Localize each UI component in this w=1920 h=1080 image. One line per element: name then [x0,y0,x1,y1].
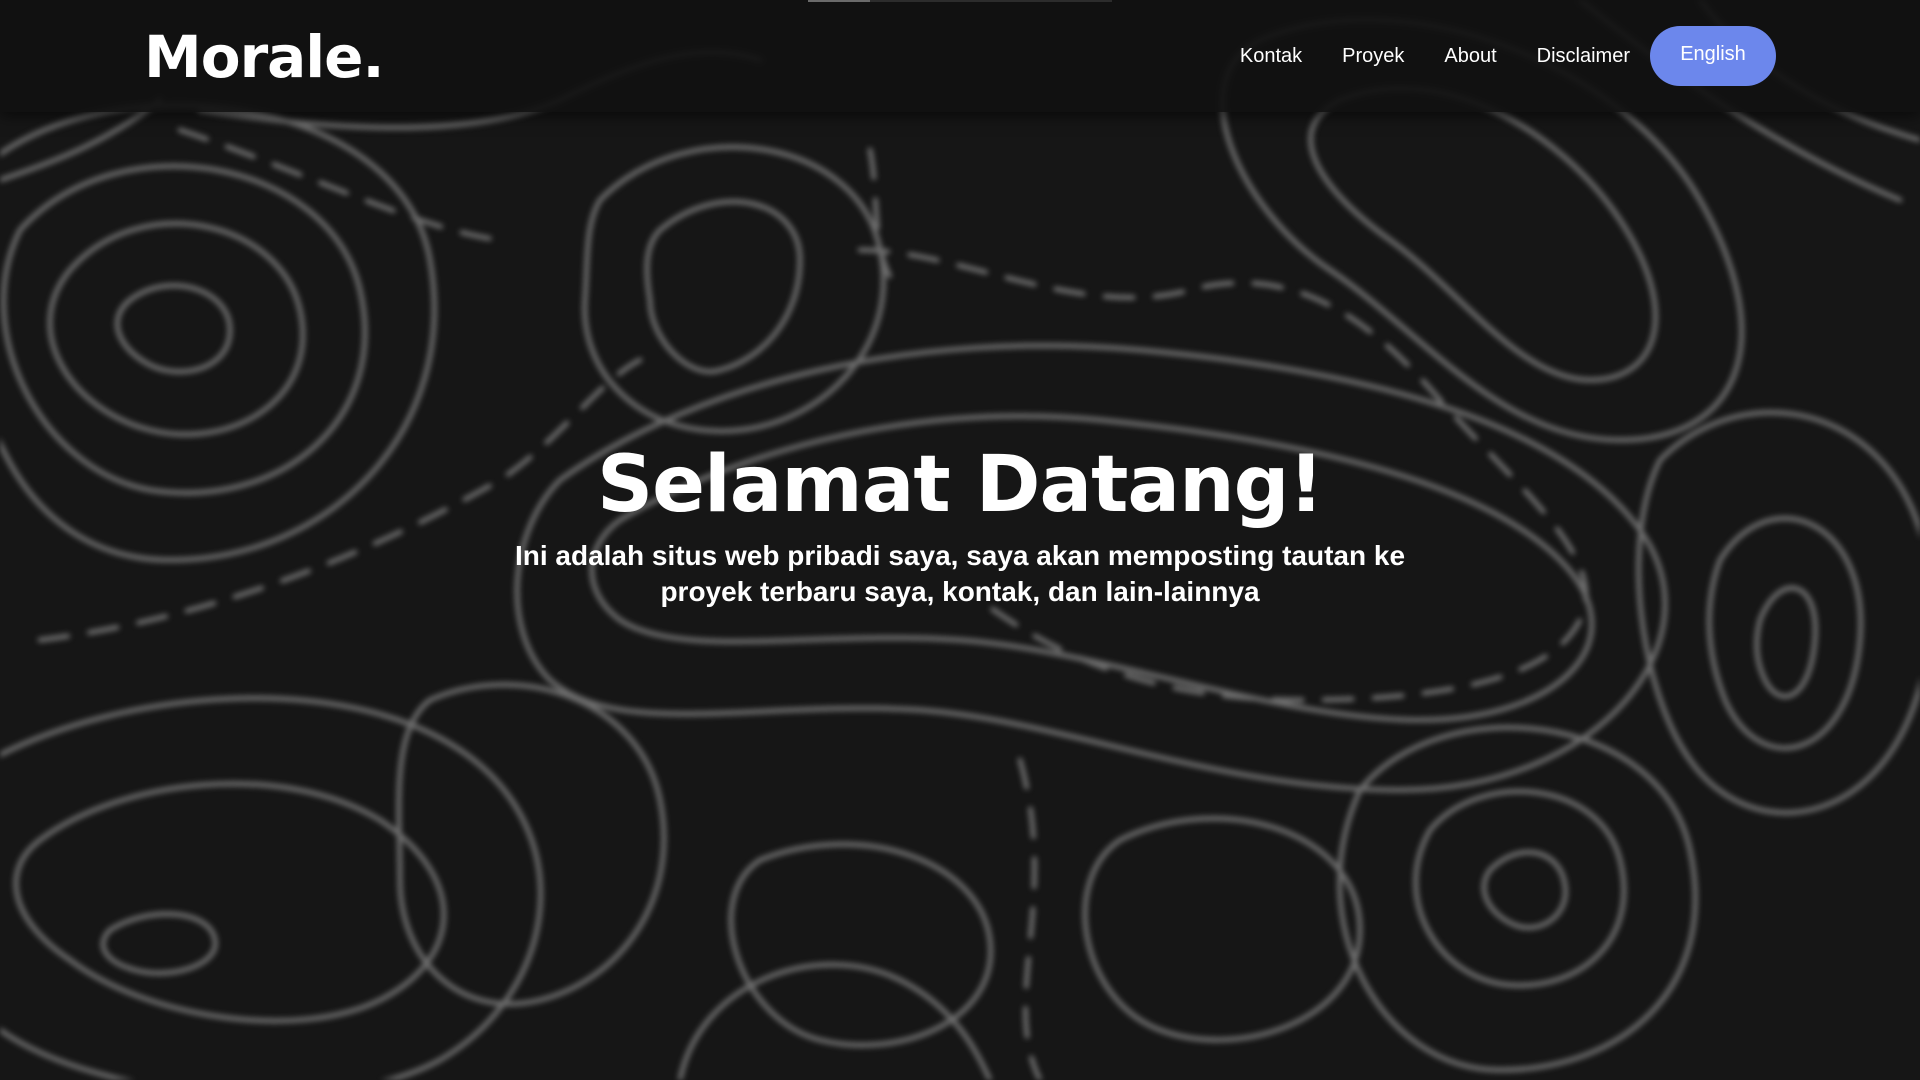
scroll-indicator-thumb [808,0,870,2]
nav-link-proyek[interactable]: Proyek [1342,45,1404,68]
main-nav: Kontak Proyek About Disclaimer English [1240,26,1776,86]
page: Morale. Kontak Proyek About Disclaimer E… [0,0,1920,1080]
hero-title: Selamat Datang! [596,440,1324,530]
site-header: Morale. Kontak Proyek About Disclaimer E… [0,0,1920,112]
language-toggle-button[interactable]: English [1650,26,1776,86]
nav-link-disclaimer[interactable]: Disclaimer [1537,45,1630,68]
hero-section: Selamat Datang! Ini adalah situs web pri… [0,440,1920,610]
nav-link-kontak[interactable]: Kontak [1240,45,1302,68]
hero-subtitle: Ini adalah situs web pribadi saya, saya … [514,540,1406,607]
scroll-indicator [808,0,1112,2]
site-logo[interactable]: Morale. [144,18,385,96]
nav-link-about[interactable]: About [1444,45,1496,68]
